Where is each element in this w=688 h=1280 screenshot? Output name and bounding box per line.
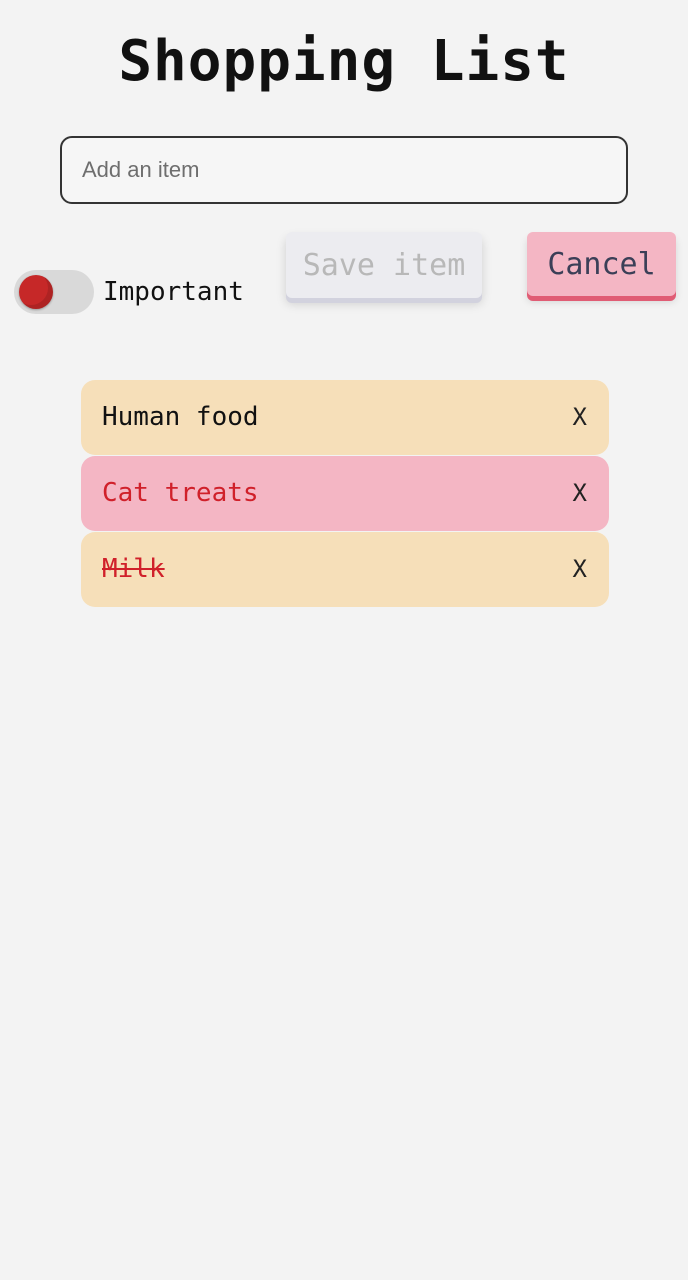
remove-item-button[interactable]: X <box>573 532 587 607</box>
page-title: Shopping List <box>118 29 570 94</box>
cancel-button[interactable]: Cancel <box>527 232 676 296</box>
list-item[interactable]: Cat treats X <box>81 456 609 531</box>
add-item-input[interactable] <box>62 138 626 202</box>
shopping-list: Human food X Cat treats X Milk X <box>81 380 609 608</box>
shopping-list-app: Shopping List Important Save item Cancel… <box>0 0 688 1280</box>
remove-item-button[interactable]: X <box>573 456 587 531</box>
toggle-knob[interactable] <box>19 275 53 309</box>
list-item[interactable]: Human food X <box>81 380 609 455</box>
list-item-text[interactable]: Milk <box>102 532 165 607</box>
add-item-field[interactable] <box>60 136 628 204</box>
remove-item-button[interactable]: X <box>573 380 587 455</box>
important-toggle-label: Important <box>103 277 244 307</box>
list-item[interactable]: Milk X <box>81 532 609 607</box>
important-toggle[interactable] <box>14 270 94 314</box>
save-item-button[interactable]: Save item <box>286 232 482 298</box>
list-item-text[interactable]: Cat treats <box>102 456 259 531</box>
list-item-text[interactable]: Human food <box>102 380 259 455</box>
